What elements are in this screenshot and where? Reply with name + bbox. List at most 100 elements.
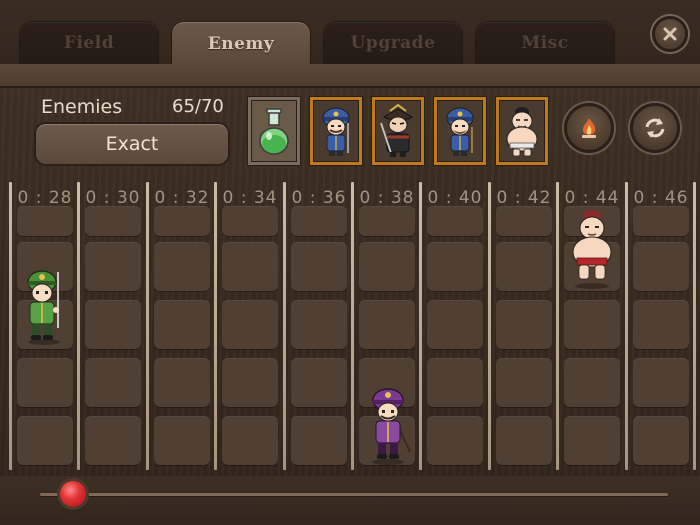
- grid-cell[interactable]: [427, 242, 483, 291]
- timeline-slider-track[interactable]: [40, 493, 668, 496]
- time-label: 0 : 34: [222, 188, 278, 208]
- palette-samurai[interactable]: [372, 97, 424, 165]
- column-separator: [556, 182, 559, 470]
- grid-cell[interactable]: [427, 206, 483, 236]
- grid-cell[interactable]: [564, 358, 620, 407]
- time-label: 0 : 36: [291, 188, 347, 208]
- placed-sumo-wrestler[interactable]: [566, 206, 618, 294]
- grid-cell[interactable]: [222, 358, 278, 407]
- timeline-slider-area: [0, 476, 700, 525]
- sumo-icon: [572, 210, 612, 289]
- tab-upgrade[interactable]: Upgrade: [324, 22, 462, 64]
- time-label: 0 : 32: [154, 188, 210, 208]
- grid-cell[interactable]: [427, 300, 483, 349]
- grid-cell[interactable]: [633, 206, 689, 236]
- close-button[interactable]: [652, 16, 688, 52]
- column-separator: [625, 182, 628, 470]
- grid-cell[interactable]: [496, 416, 552, 465]
- tab-field[interactable]: Field: [20, 22, 158, 64]
- time-label: 0 : 40: [427, 188, 483, 208]
- tab-misc[interactable]: Misc: [476, 22, 614, 64]
- grid-cell[interactable]: [222, 206, 278, 236]
- purple-soldier-icon: [372, 388, 411, 465]
- grid-cell[interactable]: [154, 300, 210, 349]
- time-label: 0 : 30: [85, 188, 141, 208]
- grid-cell[interactable]: [427, 358, 483, 407]
- column-separator: [214, 182, 217, 470]
- enemies-label: Enemies: [41, 96, 123, 118]
- column-separator: [419, 182, 422, 470]
- timeline-slider-knob[interactable]: [60, 481, 86, 507]
- grid-cell[interactable]: [496, 300, 552, 349]
- grid-cell[interactable]: [564, 416, 620, 465]
- exact-button[interactable]: Exact: [36, 124, 228, 164]
- blue-soldier-icon: [446, 107, 474, 156]
- palette-potion[interactable]: [248, 97, 300, 165]
- grid-cell[interactable]: [17, 358, 73, 407]
- grid-cell[interactable]: [85, 416, 141, 465]
- grid-cell[interactable]: [85, 300, 141, 349]
- grid-cell[interactable]: [359, 206, 415, 236]
- grid-cell[interactable]: [359, 300, 415, 349]
- grid-cell[interactable]: [17, 206, 73, 236]
- potion-icon: [259, 108, 289, 155]
- grid-cell[interactable]: [291, 300, 347, 349]
- time-label: 0 : 28: [17, 188, 73, 208]
- column-separator: [77, 182, 80, 470]
- time-label: 0 : 46: [633, 188, 689, 208]
- grid-cell[interactable]: [291, 242, 347, 291]
- grid-cell[interactable]: [154, 358, 210, 407]
- column-separator: [351, 182, 354, 470]
- tab-bar: Field Enemy Upgrade Misc: [0, 0, 700, 66]
- grid-cell[interactable]: [154, 416, 210, 465]
- palette-sumo[interactable]: [496, 97, 548, 165]
- grid-cell[interactable]: [85, 206, 141, 236]
- sumo-icon: [506, 107, 538, 157]
- fire-button[interactable]: [564, 103, 614, 153]
- grid-cell[interactable]: [222, 300, 278, 349]
- grid-cell[interactable]: [291, 416, 347, 465]
- enemies-count: 65/70: [172, 96, 224, 117]
- grid-cell[interactable]: [359, 242, 415, 291]
- blue-soldier-icon: [322, 107, 350, 156]
- fire-icon: [582, 118, 596, 138]
- column-separator: [693, 182, 696, 470]
- samurai-icon: [380, 103, 414, 157]
- grid-cell[interactable]: [291, 358, 347, 407]
- green-soldier-icon: [27, 270, 60, 345]
- column-separator: [283, 182, 286, 470]
- time-label: 0 : 44: [564, 188, 620, 208]
- grid-cell[interactable]: [496, 242, 552, 291]
- grid-cell[interactable]: [222, 242, 278, 291]
- tab-underline: [0, 64, 700, 88]
- grid-cell[interactable]: [427, 416, 483, 465]
- placed-purple-soldier[interactable]: [362, 382, 414, 470]
- grid-cell[interactable]: [154, 242, 210, 291]
- grid-cell[interactable]: [154, 206, 210, 236]
- grid-cell[interactable]: [496, 206, 552, 236]
- grid-cell[interactable]: [85, 242, 141, 291]
- refresh-button[interactable]: [630, 103, 680, 153]
- column-separator: [488, 182, 491, 470]
- grid-cell[interactable]: [222, 416, 278, 465]
- grid-cell[interactable]: [291, 206, 347, 236]
- game-screen: Field Enemy Upgrade Misc Enemies 65/70 E…: [0, 0, 700, 525]
- close-icon: [663, 27, 677, 41]
- grid-cell[interactable]: [85, 358, 141, 407]
- column-separator: [146, 182, 149, 470]
- palette-blue-soldier[interactable]: [310, 97, 362, 165]
- grid-cell[interactable]: [564, 300, 620, 349]
- time-label: 0 : 42: [496, 188, 552, 208]
- grid-cell[interactable]: [633, 300, 689, 349]
- refresh-icon: [645, 118, 665, 138]
- grid-cell[interactable]: [633, 358, 689, 407]
- palette-blue-soldier-bearded[interactable]: [434, 97, 486, 165]
- grid-cell[interactable]: [633, 242, 689, 291]
- tab-enemy[interactable]: Enemy: [172, 22, 310, 66]
- time-label: 0 : 38: [359, 188, 415, 208]
- placed-green-soldier[interactable]: [18, 262, 70, 350]
- grid-cell[interactable]: [496, 358, 552, 407]
- column-separator: [9, 182, 12, 470]
- grid-cell[interactable]: [17, 416, 73, 465]
- grid-cell[interactable]: [633, 416, 689, 465]
